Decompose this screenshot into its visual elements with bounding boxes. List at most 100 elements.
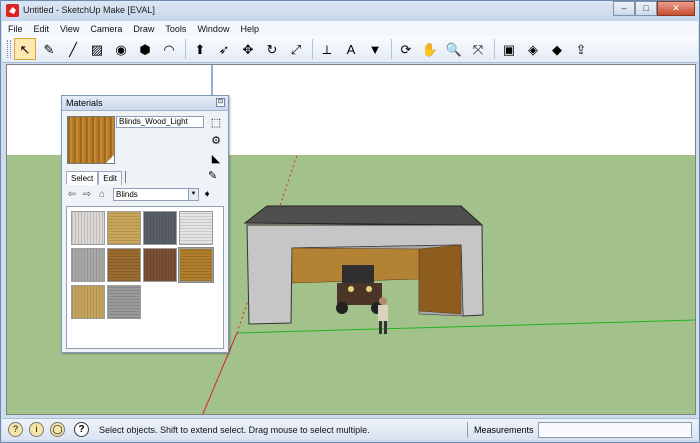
polygon-icon: ⬢ xyxy=(139,41,151,57)
follow-me-tool-button[interactable]: ➶ xyxy=(213,38,235,60)
circle-tool-button[interactable]: ◉ xyxy=(110,38,132,60)
credits-icon[interactable]: i xyxy=(29,422,44,437)
toolbar-grip[interactable] xyxy=(7,40,11,58)
user-icon[interactable]: ◯ xyxy=(50,422,65,437)
rotate-tool-button[interactable]: ↻ xyxy=(261,38,283,60)
swatch-blinds-pale-wood[interactable] xyxy=(71,285,105,319)
move-icon: ✥ xyxy=(242,41,254,57)
tab-select[interactable]: Select xyxy=(66,171,99,185)
home-icon[interactable]: ⌂ xyxy=(96,189,108,200)
status-bar: ? i ◯ ? Select objects. Shift to extend … xyxy=(2,418,698,440)
garage-roof xyxy=(243,205,484,226)
eraser-tool-button[interactable]: ✎ xyxy=(38,38,60,60)
line-tool-button[interactable]: ╱ xyxy=(62,38,84,60)
minimize-button[interactable]: – xyxy=(613,1,635,16)
tab-separator xyxy=(125,171,127,183)
app-window: Untitled - SketchUp Make [EVAL] – □ ✕ Fi… xyxy=(0,0,700,443)
swatch-blinds-gray-wood[interactable] xyxy=(71,248,105,282)
menu-window[interactable]: Window xyxy=(197,24,229,34)
chevron-down-icon[interactable]: ▼ xyxy=(188,189,198,200)
sample-paint-icon[interactable]: ◣ xyxy=(209,152,223,166)
circle-icon: ◉ xyxy=(115,41,127,57)
toolbar-separator xyxy=(391,39,392,59)
push-pull-tool-button[interactable]: ⬆ xyxy=(189,38,211,60)
orbit-tool-button[interactable]: ⟳ xyxy=(395,38,417,60)
material-side-tools: ⬚ ⚙ ◣ xyxy=(209,116,223,170)
extensions-icon: ◆ xyxy=(552,41,562,57)
share-icon: ⇪ xyxy=(575,41,587,57)
rectangle-tool-button[interactable]: ▨ xyxy=(86,38,108,60)
eyedropper-icon[interactable]: ✎ xyxy=(208,169,217,182)
select-tool-button[interactable]: ↖ xyxy=(14,38,36,60)
help-icon[interactable]: ? xyxy=(74,422,89,437)
back-arrow-icon[interactable]: ⇦ xyxy=(66,189,78,200)
swatch-blinds-tan[interactable] xyxy=(107,211,141,245)
materials-panel: Materials ⊡ Blinds_Wood_Light ⬚ ⚙ ◣ Sele… xyxy=(61,95,229,353)
extensions-tool-button[interactable]: ◆ xyxy=(546,38,568,60)
materials-tabs: Select Edit xyxy=(66,171,129,185)
paint-bucket-tool-button[interactable]: ▼ xyxy=(364,38,386,60)
zoom-tool-button[interactable]: 🔍 xyxy=(443,38,465,60)
materials-close-button[interactable]: ⊡ xyxy=(216,98,225,107)
collection-browser: ⇦ ⇨ ⌂ Blinds ▼ ➧ xyxy=(66,188,211,201)
warehouse-tool-button[interactable]: ▣ xyxy=(498,38,520,60)
components-icon: ◈ xyxy=(528,41,538,57)
menu-view[interactable]: View xyxy=(60,24,79,34)
menu-camera[interactable]: Camera xyxy=(90,24,122,34)
menu-tools[interactable]: Tools xyxy=(165,24,186,34)
follow-me-icon: ➶ xyxy=(218,41,230,57)
collection-dropdown[interactable]: Blinds ▼ xyxy=(113,188,199,201)
swatch-blinds-metal[interactable] xyxy=(107,285,141,319)
text-icon: A xyxy=(346,41,356,57)
status-message: Select objects. Shift to extend select. … xyxy=(99,425,370,435)
measurements-input[interactable] xyxy=(538,422,692,438)
scale-tool-button[interactable]: ⤢ xyxy=(285,38,307,60)
menu-file[interactable]: File xyxy=(8,24,23,34)
materials-panel-title: Materials xyxy=(66,98,103,108)
eraser-icon: ✎ xyxy=(43,41,55,57)
main-toolbar: ↖ ✎ ╱ ▨ ◉ ⬢ ◠ ⬆ ➶ ✥ ↻ ⤢ ⟂ A ▼ ⟳ ✋ 🔍 ⤧ ▣ ◈ ◆ ⇪ xyxy=(2,36,698,63)
menu-bar: File Edit View Camera Draw Tools Window Help xyxy=(2,21,698,36)
swatch-blinds-brown-wood[interactable] xyxy=(107,248,141,282)
title-bar: Untitled - SketchUp Make [EVAL] – □ ✕ xyxy=(1,1,699,21)
tape-measure-tool-button[interactable]: ⟂ xyxy=(316,38,338,60)
swatch-blinds-wood-light[interactable] xyxy=(178,247,214,283)
arc-tool-button[interactable]: ◠ xyxy=(158,38,180,60)
window-controls: – □ ✕ xyxy=(613,1,695,16)
default-material-icon[interactable]: ⚙ xyxy=(209,134,223,148)
pan-tool-button[interactable]: ✋ xyxy=(419,38,441,60)
share-tool-button[interactable]: ⇪ xyxy=(570,38,592,60)
measurements-label: Measurements xyxy=(474,425,534,435)
material-swatch-grid xyxy=(66,206,224,349)
polygon-tool-button[interactable]: ⬢ xyxy=(134,38,156,60)
rotate-icon: ↻ xyxy=(266,41,278,57)
orbit-icon: ⟳ xyxy=(400,41,412,57)
tab-edit[interactable]: Edit xyxy=(98,171,123,185)
move-tool-button[interactable]: ✥ xyxy=(237,38,259,60)
swatch-blinds-dark-wood[interactable] xyxy=(143,248,177,282)
scale-icon: ⤢ xyxy=(290,41,302,57)
maximize-button[interactable]: □ xyxy=(635,1,657,16)
swatch-blinds-dark-slate[interactable] xyxy=(143,211,177,245)
menu-help[interactable]: Help xyxy=(240,24,259,34)
text-tool-button[interactable]: A xyxy=(340,38,362,60)
zoom-extents-tool-button[interactable]: ⤧ xyxy=(467,38,489,60)
geo-location-icon[interactable]: ? xyxy=(8,422,23,437)
create-material-icon[interactable]: ⬚ xyxy=(209,116,223,130)
sketchup-logo-icon xyxy=(6,4,19,17)
materials-panel-header[interactable]: Materials ⊡ xyxy=(62,96,228,111)
menu-edit[interactable]: Edit xyxy=(34,24,50,34)
forward-arrow-icon[interactable]: ⇨ xyxy=(81,189,93,200)
swatch-blinds-white[interactable] xyxy=(179,211,213,245)
menu-draw[interactable]: Draw xyxy=(133,24,154,34)
toolbar-separator xyxy=(185,39,186,59)
arc-icon: ◠ xyxy=(163,41,175,57)
toolbar-separator xyxy=(312,39,313,59)
material-preview[interactable] xyxy=(67,116,115,164)
material-name-field[interactable]: Blinds_Wood_Light xyxy=(116,116,204,128)
close-button[interactable]: ✕ xyxy=(657,1,695,16)
components-tool-button[interactable]: ◈ xyxy=(522,38,544,60)
swatch-blinds-light-gray[interactable] xyxy=(71,211,105,245)
pan-icon: ✋ xyxy=(421,41,439,57)
details-arrow-icon[interactable]: ➧ xyxy=(203,189,211,200)
